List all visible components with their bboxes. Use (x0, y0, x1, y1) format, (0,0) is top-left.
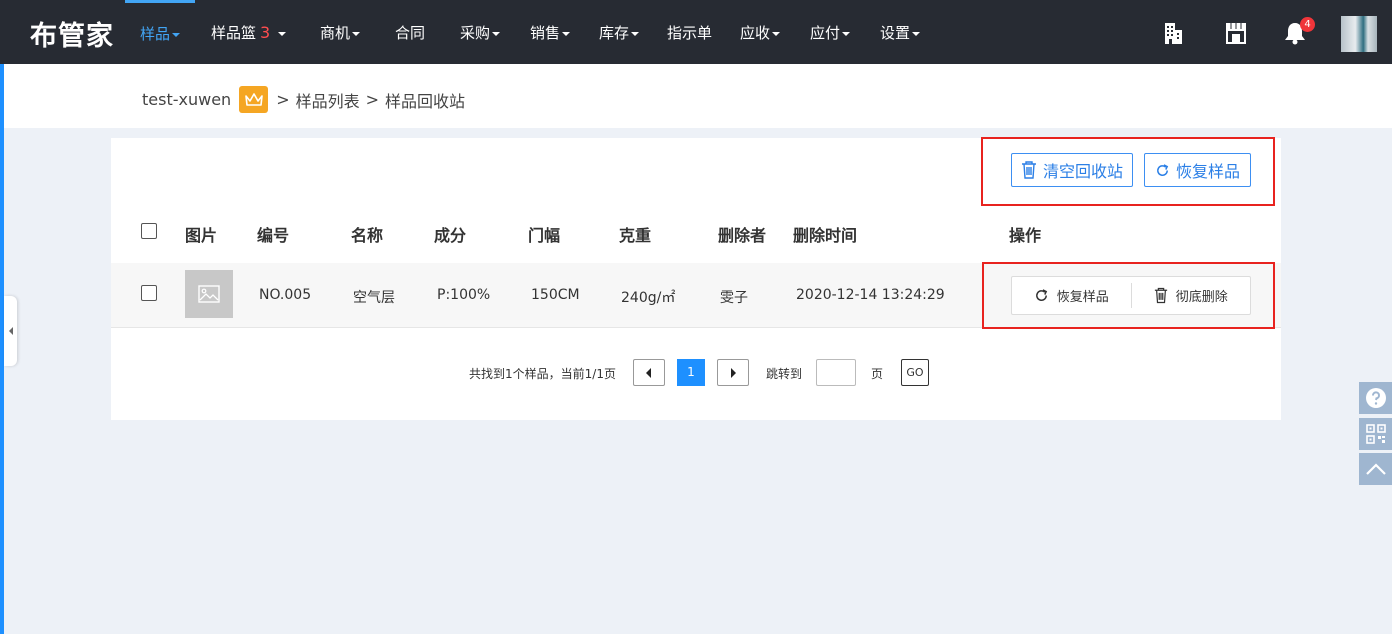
nav-item-label: 指示单 (667, 24, 713, 42)
nav-item-samples[interactable]: 样品 (125, 0, 195, 64)
refresh-icon (1035, 289, 1047, 301)
nav-item-label: 商机 (320, 24, 351, 42)
select-all-checkbox[interactable] (141, 223, 157, 239)
row-checkbox[interactable] (141, 285, 157, 301)
button-label: 彻底删除 (1175, 290, 1228, 305)
nav-item-contract[interactable]: 合同 (395, 0, 425, 64)
nav-item-inventory[interactable]: 库存 (599, 0, 640, 64)
breadcrumb-separator: > (365, 90, 380, 109)
sample-thumbnail[interactable] (185, 270, 233, 318)
cell-weight: 240g/㎡ (621, 290, 676, 306)
cell-composition: P:100% (437, 287, 491, 303)
button-label: 恢复样品 (1175, 162, 1240, 181)
help-button[interactable] (1359, 382, 1392, 414)
notification-badge: 4 (1300, 17, 1315, 32)
next-page-button[interactable] (717, 359, 749, 386)
column-header-deleted-by: 删除者 (718, 226, 767, 245)
column-header-name: 名称 (351, 226, 384, 245)
cell-code: NO.005 (259, 287, 312, 303)
qr-code-button[interactable] (1359, 418, 1392, 450)
caret-left-icon (8, 327, 13, 335)
chevron-up-icon (1365, 463, 1386, 475)
nav-item-payable[interactable]: 应付 (810, 0, 851, 64)
nav-item-receivable[interactable]: 应收 (740, 0, 781, 64)
column-header-composition: 成分 (434, 226, 467, 245)
image-placeholder-icon (198, 285, 220, 303)
column-header-deleted-at: 删除时间 (793, 226, 858, 245)
caret-down-icon (562, 31, 571, 36)
caret-down-icon (172, 32, 180, 37)
nav-item-label: 合同 (395, 24, 426, 42)
caret-down-icon (278, 31, 287, 36)
cell-deleted-at: 2020-12-14 13:24:29 (796, 287, 945, 303)
column-header-actions: 操作 (1009, 226, 1042, 245)
clear-recycle-bin-button[interactable]: 清空回收站 (1011, 153, 1133, 187)
nav-item-opportunity[interactable]: 商机 (320, 0, 361, 64)
caret-down-icon (772, 31, 781, 36)
crown-icon (239, 86, 269, 113)
nav-item-sample-basket[interactable]: 样品篮 3 (211, 0, 287, 64)
qr-code-icon (1365, 424, 1386, 444)
go-button[interactable]: GO (901, 359, 929, 386)
breadcrumb-current: 样品回收站 (385, 91, 466, 111)
avatar[interactable] (1341, 16, 1377, 52)
nav-item-label: 销售 (530, 24, 561, 42)
building-icon[interactable] (1160, 20, 1186, 46)
caret-down-icon (912, 31, 921, 36)
caret-right-icon (731, 367, 736, 378)
breadcrumb-separator: > (276, 90, 290, 109)
page-number-current[interactable]: 1 (677, 359, 705, 386)
question-icon (1365, 388, 1386, 408)
pagination-summary: 共找到1个样品，当前1/1页 (469, 367, 616, 381)
caret-down-icon (492, 31, 501, 36)
nav-item-label: 采购 (460, 24, 491, 42)
caret-down-icon (842, 31, 851, 36)
jump-to-label: 跳转到 (766, 367, 803, 381)
nav-item-label: 应收 (740, 24, 771, 42)
row-restore-button[interactable]: 恢复样品 (1012, 277, 1131, 314)
cell-width: 150CM (531, 287, 580, 303)
nav-item-sales[interactable]: 销售 (530, 0, 571, 64)
trash-icon (1154, 287, 1167, 304)
prev-page-button[interactable] (633, 359, 665, 386)
button-label: 清空回收站 (1042, 162, 1123, 181)
breadcrumb-sample-list[interactable]: 样品列表 (296, 88, 360, 112)
nav-item-label: 样品篮 (211, 24, 257, 42)
page-jump-input[interactable] (816, 359, 856, 386)
page-unit-label: 页 (871, 367, 884, 381)
nav-item-purchase[interactable]: 采购 (460, 0, 501, 64)
nav-item-label: 库存 (599, 24, 630, 42)
basket-count-badge: 3 (260, 23, 271, 42)
column-header-code: 编号 (257, 226, 290, 245)
nav-item-label: 设置 (880, 24, 911, 42)
back-to-top-button[interactable] (1359, 453, 1392, 485)
trash-icon (1021, 161, 1036, 179)
row-action-group: 恢复样品 彻底删除 (1011, 276, 1251, 315)
sidebar-toggle-handle[interactable] (4, 296, 17, 366)
cell-name: 空气层 (353, 290, 395, 306)
top-nav-bar: 布管家 样品 样品篮3 商机 合同 采购 销售 库存 指示单 应收 应付 设置 (0, 0, 1392, 64)
column-header-weight: 克重 (619, 226, 652, 245)
column-header-image: 图片 (185, 226, 218, 245)
caret-down-icon (631, 31, 640, 36)
refresh-icon (1157, 163, 1169, 176)
restore-samples-button[interactable]: 恢复样品 (1144, 153, 1251, 187)
nav-item-label: 应付 (810, 24, 841, 42)
column-header-width: 门幅 (528, 226, 561, 245)
breadcrumb: test-xuwen > 样品列表 > 样品回收站 (142, 86, 465, 113)
caret-down-icon (352, 31, 361, 36)
nav-item-instruction[interactable]: 指示单 (667, 0, 712, 64)
cell-deleted-by: 雯子 (720, 290, 748, 306)
button-label: 恢复样品 (1056, 290, 1109, 305)
breadcrumb-user[interactable]: test-xuwen (142, 90, 231, 109)
caret-left-icon (646, 367, 651, 378)
store-icon[interactable] (1223, 20, 1249, 46)
app-logo[interactable]: 布管家 (30, 14, 114, 53)
nav-item-settings[interactable]: 设置 (880, 0, 921, 64)
nav-item-label: 样品 (139, 25, 170, 43)
row-permanent-delete-button[interactable]: 彻底删除 (1130, 283, 1251, 308)
